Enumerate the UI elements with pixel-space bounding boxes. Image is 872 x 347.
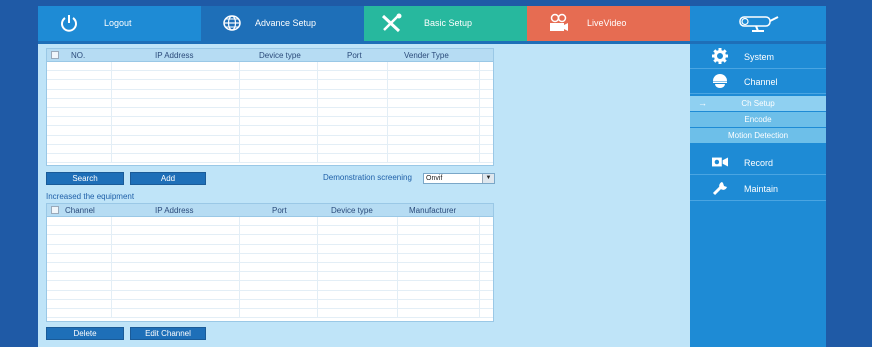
device-table-body: [47, 62, 493, 164]
cctv-camera-logo-icon: [736, 13, 780, 35]
sidebar-item-system[interactable]: System: [690, 44, 826, 69]
sidebar-sub-encode[interactable]: Encode: [690, 112, 826, 127]
sidebar: System Channel → Ch Setup Encode Motion …: [690, 44, 826, 347]
col-port: Port: [347, 51, 362, 60]
table-row[interactable]: [47, 154, 493, 164]
table-row[interactable]: [47, 235, 493, 245]
table-row[interactable]: [47, 99, 493, 108]
tab-live-video[interactable]: LiveVideo: [527, 6, 690, 41]
table-row[interactable]: [47, 281, 493, 291]
globe-icon: [221, 13, 243, 33]
table-row[interactable]: [47, 226, 493, 236]
table-row[interactable]: [47, 309, 493, 319]
channel-table: Channel IP Address Port Device type Manu…: [46, 203, 494, 322]
table-row[interactable]: [47, 217, 493, 227]
wrench-icon: [712, 181, 728, 196]
col-port: Port: [272, 206, 287, 215]
sidebar-item-maintain[interactable]: Maintain: [690, 176, 826, 201]
top-nav: Logout Advance Setup Basic Setup LiveVid…: [38, 6, 826, 41]
col-device-type: Device type: [331, 206, 373, 215]
table-row[interactable]: [47, 62, 493, 72]
table-row[interactable]: [47, 263, 493, 273]
gear-icon: [712, 48, 728, 64]
tab-advance-setup-label: Advance Setup: [255, 18, 317, 28]
sidebar-sub-ch-setup-label: Ch Setup: [741, 99, 775, 108]
table-row[interactable]: [47, 71, 493, 81]
tools-icon: [380, 13, 402, 33]
tab-advance-setup[interactable]: Advance Setup: [201, 6, 364, 41]
dome-camera-icon: [712, 74, 728, 88]
table-row[interactable]: [47, 300, 493, 309]
increased-equipment-label: Increased the equipment: [46, 192, 135, 201]
col-channel: Channel: [65, 206, 95, 215]
device-table-header: NO. IP Address Device type Port Vender T…: [47, 49, 493, 62]
chevron-down-icon[interactable]: ▼: [482, 174, 494, 183]
col-ip-address: IP Address: [155, 51, 194, 60]
table-row[interactable]: [47, 272, 493, 282]
channel-table-body: [47, 217, 493, 319]
sidebar-sub-ch-setup[interactable]: → Ch Setup: [690, 96, 826, 111]
delete-button[interactable]: Delete: [46, 327, 124, 340]
sidebar-item-system-label: System: [744, 52, 775, 62]
sidebar-sub-motion-detection-label: Motion Detection: [727, 131, 789, 140]
channel-table-header: Channel IP Address Port Device type Manu…: [47, 204, 493, 217]
table-row[interactable]: [47, 245, 493, 254]
tab-logout-label: Logout: [104, 18, 132, 28]
select-all-checkbox[interactable]: [51, 51, 59, 59]
table-row[interactable]: [47, 80, 493, 90]
edit-channel-button[interactable]: Edit Channel: [130, 327, 206, 340]
camera-icon: [547, 13, 569, 33]
table-row[interactable]: [47, 291, 493, 300]
sidebar-item-channel[interactable]: Channel: [690, 69, 826, 94]
table-row[interactable]: [47, 90, 493, 99]
table-row[interactable]: [47, 136, 493, 145]
table-row[interactable]: [47, 117, 493, 127]
brand-logo: [690, 6, 826, 41]
video-camera-icon: [712, 155, 728, 169]
sidebar-sub-encode-label: Encode: [744, 115, 772, 124]
arrow-right-icon: →: [698, 98, 707, 108]
col-no: NO.: [71, 51, 86, 60]
tab-basic-setup-label: Basic Setup: [424, 18, 473, 28]
table-row[interactable]: [47, 254, 493, 263]
demo-screening-value: Onvif: [426, 175, 443, 182]
select-all-checkbox[interactable]: [51, 206, 59, 214]
power-icon: [58, 13, 80, 33]
sidebar-item-maintain-label: Maintain: [744, 184, 779, 194]
col-device-type: Device type: [259, 51, 301, 60]
sidebar-sub-motion-detection[interactable]: Motion Detection: [690, 128, 826, 143]
table-row[interactable]: [47, 126, 493, 136]
tab-logout[interactable]: Logout: [38, 6, 201, 41]
demo-screening-select[interactable]: Onvif ▼: [423, 173, 495, 184]
col-manufacturer: Manufacturer: [409, 206, 457, 215]
col-ip-address: IP Address: [155, 206, 194, 215]
tab-basic-setup[interactable]: Basic Setup: [364, 6, 527, 41]
demo-screening-label: Demonstration screening: [323, 173, 412, 182]
table-row[interactable]: [47, 108, 493, 118]
tab-live-video-label: LiveVideo: [587, 18, 627, 28]
app-window: Logout Advance Setup Basic Setup LiveVid…: [38, 6, 826, 347]
add-button[interactable]: Add: [130, 172, 206, 185]
search-button[interactable]: Search: [46, 172, 124, 185]
device-table: NO. IP Address Device type Port Vender T…: [46, 48, 494, 166]
table-row[interactable]: [47, 145, 493, 154]
sidebar-item-record[interactable]: Record: [690, 150, 826, 175]
sidebar-item-channel-label: Channel: [744, 77, 778, 87]
col-vender-type: Vender Type: [404, 51, 449, 60]
sidebar-item-record-label: Record: [744, 158, 774, 168]
